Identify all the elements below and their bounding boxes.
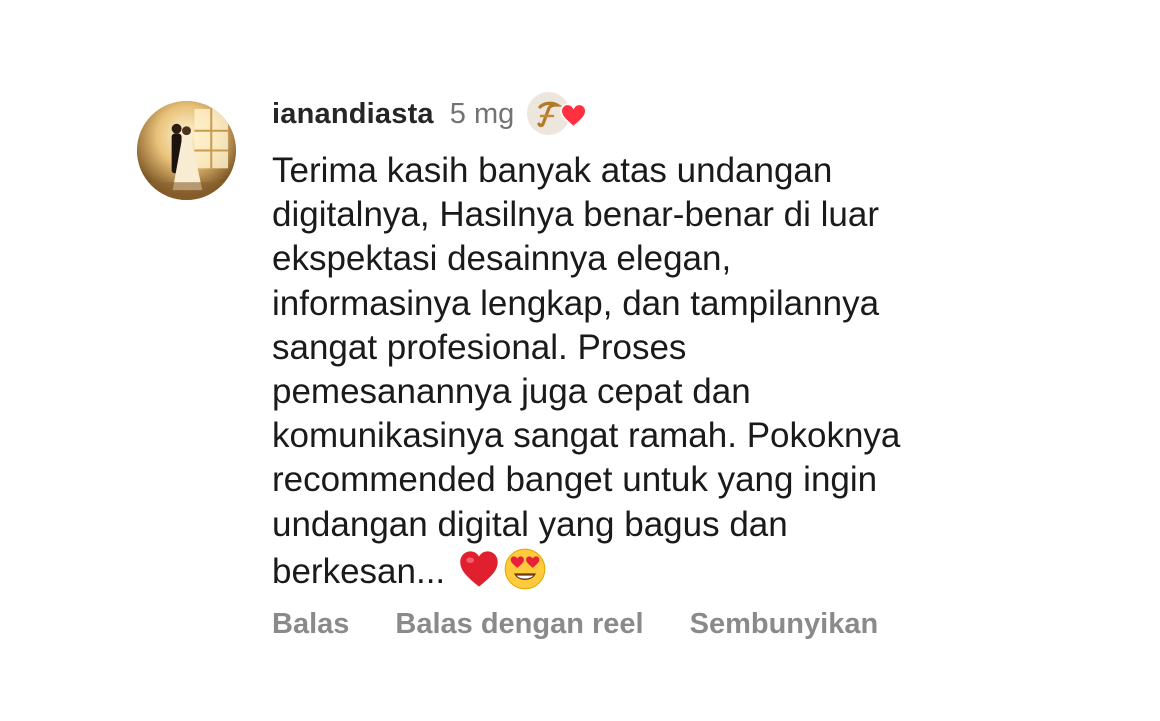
comment-line: digitalnya, Hasilnya benar-benar di luar bbox=[272, 195, 880, 235]
reply-with-reel-button[interactable]: Balas dengan reel bbox=[395, 608, 643, 641]
comment-line: recommended banget untuk yang ingin bbox=[272, 460, 878, 500]
comment-body: Terima kasih banyak atas undangan digita… bbox=[272, 149, 1012, 594]
hide-comment-button[interactable]: Sembunyikan bbox=[690, 608, 879, 641]
reply-button[interactable]: Balas bbox=[272, 608, 349, 641]
red-heart-emoji bbox=[460, 551, 498, 587]
comment-header: ianandiasta 5 mg bbox=[272, 92, 587, 136]
profile-photo-icon bbox=[137, 101, 236, 200]
comment-line: berkesan... bbox=[272, 551, 446, 591]
comment-line: undangan digital yang bagus dan bbox=[272, 504, 788, 544]
creator-liked-badge bbox=[527, 92, 587, 136]
comment-line-last: berkesan... bbox=[272, 548, 547, 591]
comment-item: ianandiasta 5 mg Terima kasih banyak ata… bbox=[0, 0, 1160, 721]
comment-line: informasinya lengkap, dan tampilannya bbox=[272, 283, 880, 323]
comment-line: sangat profesional. Proses bbox=[272, 327, 687, 367]
username[interactable]: ianandiasta bbox=[272, 98, 434, 131]
comment-line: Terima kasih banyak atas undangan bbox=[272, 151, 833, 190]
comment-line: komunikasinya sangat ramah. Pokoknya bbox=[272, 416, 901, 456]
avatar[interactable] bbox=[137, 101, 236, 200]
timestamp: 5 mg bbox=[449, 97, 515, 130]
heart-eyes-emoji bbox=[504, 548, 546, 590]
comment-line: pemesanannya juga cepat dan bbox=[272, 372, 751, 412]
creator-liked-heart-icon bbox=[560, 103, 587, 128]
comment-actions: Balas Balas dengan reel Sembunyikan bbox=[272, 604, 924, 644]
comment-line: ekspektasi desainnya elegan, bbox=[272, 239, 732, 279]
